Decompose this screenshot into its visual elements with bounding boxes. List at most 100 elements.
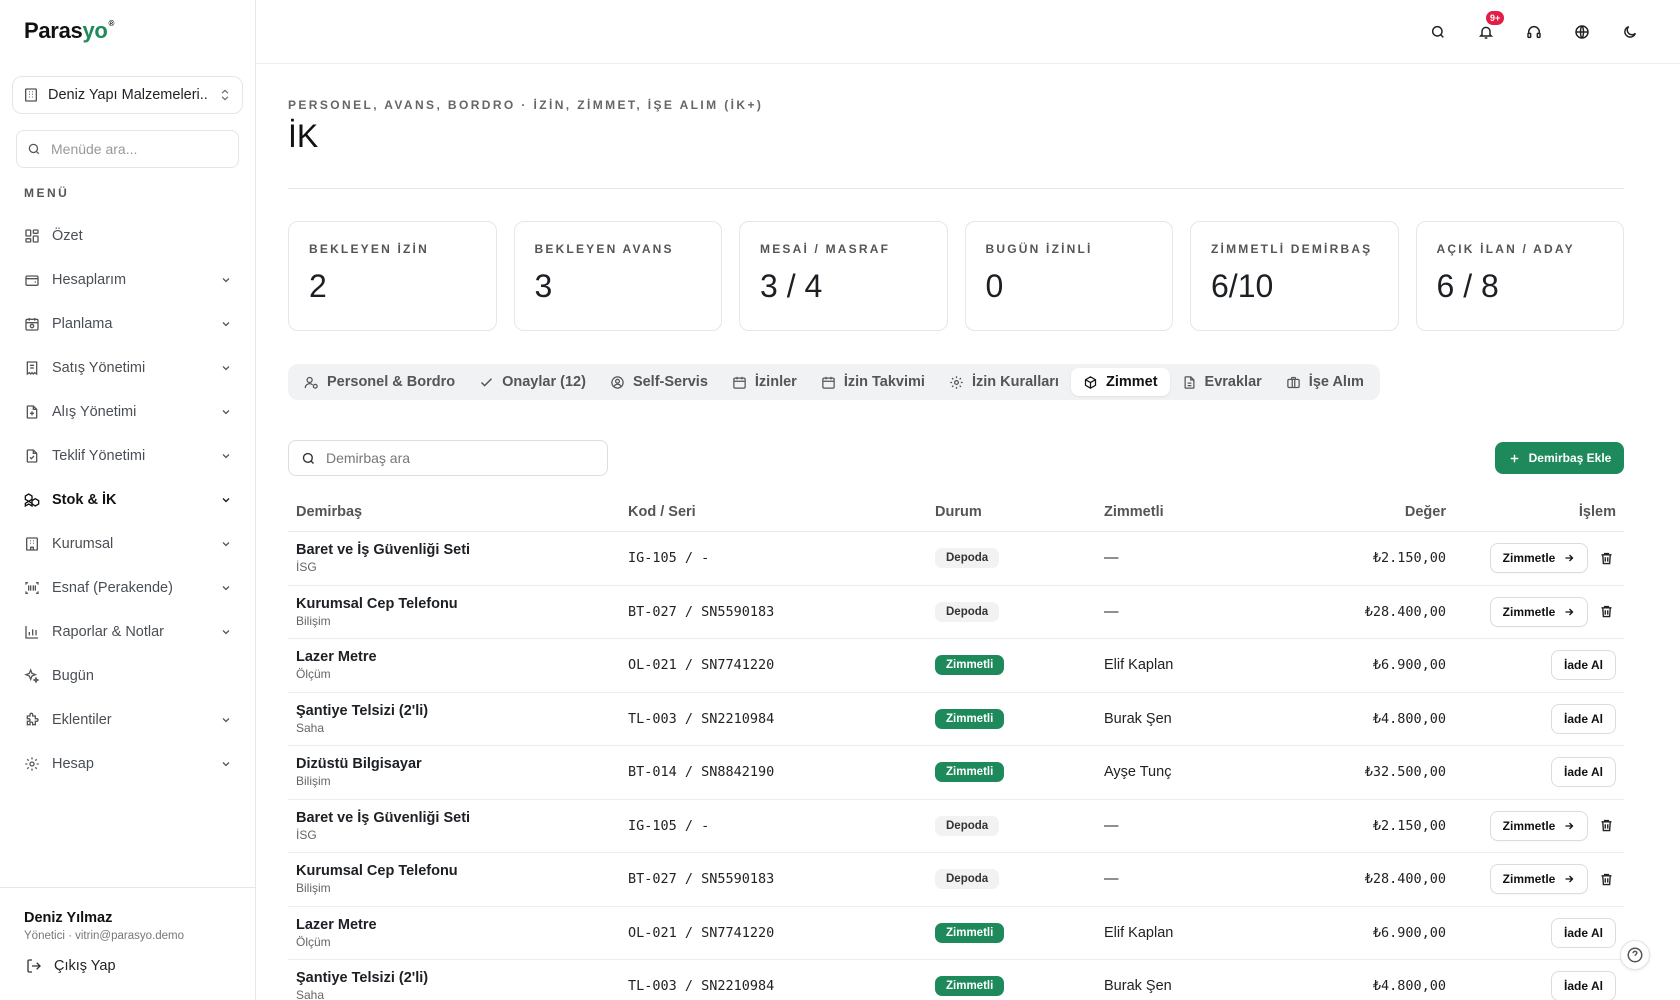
status-badge: Zimmetli xyxy=(935,762,1005,783)
asset-code: OL-021 / SN7741220 xyxy=(628,924,775,941)
col-value: Değer xyxy=(1404,503,1446,520)
tab-onaylar[interactable]: Onaylar (12) xyxy=(467,368,598,396)
menu-search-input[interactable] xyxy=(51,141,221,157)
assignee: — xyxy=(1104,603,1119,620)
sidebar-item-raporlar[interactable]: Raporlar & Notlar xyxy=(12,610,244,654)
language-button[interactable] xyxy=(1570,20,1594,44)
search-button[interactable] xyxy=(1426,20,1450,44)
delete-button[interactable] xyxy=(1596,869,1616,889)
stat-label: ZİMMETLİ DEMİRBAŞ xyxy=(1211,242,1373,256)
sidebar-item-satis[interactable]: Satış Yönetimi xyxy=(12,346,244,390)
tab-izin-kurallari[interactable]: İzin Kuralları xyxy=(937,368,1071,396)
sidebar-item-alis[interactable]: Alış Yönetimi xyxy=(12,390,244,434)
sidebar-item-ozet[interactable]: Özet xyxy=(12,214,244,258)
sidebar-item-label: Özet xyxy=(52,228,83,244)
delete-button[interactable] xyxy=(1596,816,1616,836)
add-asset-button[interactable]: Demirbaş Ekle xyxy=(1495,442,1624,474)
assign-button[interactable]: Zimmetle xyxy=(1490,864,1588,895)
tab-zimmet[interactable]: Zimmet xyxy=(1070,368,1170,396)
stat-value: 2 xyxy=(309,268,327,304)
support-button[interactable] xyxy=(1522,20,1546,44)
asset-value: ₺4.800,00 xyxy=(1372,978,1446,995)
chevron-down-icon xyxy=(222,498,230,503)
trash-icon xyxy=(1601,820,1611,832)
arrow-right-icon xyxy=(1565,822,1574,830)
asset-code: OL-021 / SN7741220 xyxy=(628,657,775,674)
assign-label: Zimmetle xyxy=(1502,872,1556,887)
return-button[interactable]: İade Al xyxy=(1551,757,1616,788)
help-button[interactable] xyxy=(1620,940,1650,970)
file-text-icon xyxy=(1184,375,1195,389)
assign-label: Zimmetle xyxy=(1502,604,1556,619)
briefcase-icon xyxy=(1287,376,1300,388)
assignee: — xyxy=(1104,550,1119,567)
puzzle-icon xyxy=(26,712,39,726)
stat-value: 6 / 8 xyxy=(1436,268,1499,304)
stat-card: BEKLEYEN İZİN 2 xyxy=(288,221,497,331)
asset-category: Ölçüm xyxy=(296,934,331,949)
trash-icon xyxy=(1601,873,1611,885)
assign-button[interactable]: Zimmetle xyxy=(1490,596,1588,627)
trash-icon xyxy=(1601,606,1611,618)
sidebar-footer: Deniz Yılmaz Yönetici · vitrin@parasyo.d… xyxy=(0,887,256,1000)
tab-personel-bordro[interactable]: Personel & Bordro xyxy=(292,368,467,396)
sidebar-item-kurumsal[interactable]: Kurumsal xyxy=(12,522,244,566)
asset-search-input[interactable] xyxy=(326,450,586,466)
check-icon xyxy=(481,377,493,387)
asset-code: TL-003 / SN2210984 xyxy=(628,710,775,727)
col-item: Demirbaş xyxy=(296,503,363,520)
tab-label: Onaylar (12) xyxy=(502,374,586,390)
sidebar-item-bugun[interactable]: Bugün xyxy=(12,654,244,698)
sidebar-item-label: Satış Yönetimi xyxy=(52,360,146,376)
tab-label: İzin Takvimi xyxy=(843,374,925,390)
asset-name: Baret ve İş Güvenliği Seti xyxy=(296,542,471,559)
asset-name: Dizüstü Bilgisayar xyxy=(296,756,422,773)
sidebar-item-label: Eklentiler xyxy=(52,712,112,728)
status-badge: Depoda xyxy=(935,869,1000,890)
chevron-down-icon xyxy=(222,542,230,547)
gear-icon xyxy=(25,757,39,771)
stat-value: 0 xyxy=(985,268,1004,304)
sidebar-item-esnaf[interactable]: Esnaf (Perakende) xyxy=(12,566,244,610)
sidebar-item-teklif[interactable]: Teklif Yönetimi xyxy=(12,434,244,478)
tab-izin-takvimi[interactable]: İzin Takvimi xyxy=(809,368,937,396)
assign-button[interactable]: Zimmetle xyxy=(1490,543,1588,574)
assignee: Burak Şen xyxy=(1104,710,1172,727)
delete-button[interactable] xyxy=(1596,548,1616,568)
asset-value: ₺2.150,00 xyxy=(1372,550,1446,567)
sidebar-item-eklentiler[interactable]: Eklentiler xyxy=(12,698,244,742)
building-icon xyxy=(26,537,38,551)
notifications-button[interactable]: 9+ xyxy=(1474,11,1505,44)
assign-button[interactable]: Zimmetle xyxy=(1490,810,1588,841)
tab-label: Personel & Bordro xyxy=(327,374,456,390)
sidebar-item-hesaplarim[interactable]: Hesaplarım xyxy=(12,258,244,302)
barcode-icon xyxy=(25,582,39,594)
delete-button[interactable] xyxy=(1596,602,1616,622)
table-row: Şantiye Telsizi (2'li) Saha TL-003 / SN22… xyxy=(288,960,1624,1000)
logout-button[interactable]: Çıkış Yap xyxy=(26,958,116,974)
brand-logo[interactable]: Parasyo® xyxy=(24,18,114,44)
table-row: Lazer Metre Ölçüm OL-021 / SN7741220 Zimm… xyxy=(288,907,1624,960)
asset-category: Saha xyxy=(296,720,325,735)
tab-izinler[interactable]: İzinler xyxy=(720,368,809,396)
sidebar-item-planlama[interactable]: Planlama xyxy=(12,302,244,346)
sidebar-item-hesap[interactable]: Hesap xyxy=(12,742,244,786)
return-button[interactable]: İade Al xyxy=(1551,650,1616,681)
tab-ise-alim[interactable]: İşe Alım xyxy=(1274,368,1376,396)
trash-icon xyxy=(1601,552,1611,564)
table-header: Demirbaş Kod / Seri Durum Zimmetli Değer… xyxy=(288,492,1624,532)
return-button[interactable]: İade Al xyxy=(1551,971,1616,1000)
sidebar-item-label: Planlama xyxy=(52,316,113,332)
bar-chart-icon xyxy=(25,626,38,639)
tab-self-servis[interactable]: Self-Servis xyxy=(598,368,720,396)
assets-table: Demirbaş Kod / Seri Durum Zimmetli Değer… xyxy=(288,492,1624,1000)
return-button[interactable]: İade Al xyxy=(1551,703,1616,734)
company-switcher[interactable]: Deniz Yapı Malzemeleri... xyxy=(12,76,243,114)
sidebar-item-stok-ik[interactable]: Stok & İK xyxy=(12,478,244,522)
status-badge: Depoda xyxy=(935,548,1000,569)
tab-evraklar[interactable]: Evraklar xyxy=(1170,368,1274,396)
return-button[interactable]: İade Al xyxy=(1551,917,1616,948)
status-badge: Zimmetli xyxy=(935,655,1005,676)
theme-toggle-button[interactable] xyxy=(1618,20,1642,44)
tab-label: Evraklar xyxy=(1204,374,1262,390)
